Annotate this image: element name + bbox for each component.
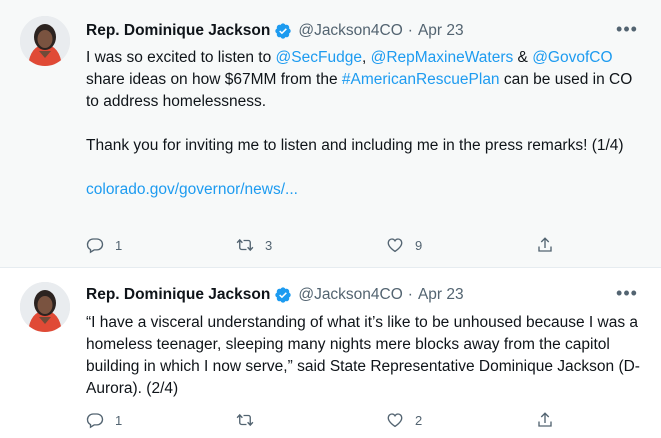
mention-link[interactable]: @SecFudge bbox=[276, 49, 362, 66]
avatar-image bbox=[20, 282, 70, 332]
reply-count: 1 bbox=[115, 412, 123, 428]
like-button[interactable]: 2 bbox=[386, 409, 536, 431]
author-name[interactable]: Rep. Dominique Jackson bbox=[86, 22, 270, 40]
retweet-button[interactable] bbox=[236, 409, 386, 431]
reply-count: 1 bbox=[115, 237, 123, 253]
tweet[interactable]: Rep. Dominique Jackson @Jackson4CO · Apr… bbox=[0, 0, 661, 268]
text-segment: share ideas on how $67MM from the bbox=[86, 71, 342, 88]
author-handle[interactable]: @Jackson4CO bbox=[298, 22, 402, 40]
action-bar: 1 2 bbox=[86, 409, 566, 431]
tweet-text: “I have a visceral understanding of what… bbox=[86, 312, 646, 400]
text-segment: & bbox=[513, 49, 533, 66]
retweet-icon bbox=[236, 411, 254, 429]
like-button[interactable]: 9 bbox=[386, 234, 536, 256]
verified-badge-icon bbox=[274, 286, 292, 304]
url-link[interactable]: colorado.gov/governor/news/... bbox=[86, 181, 298, 198]
tweet-paragraph: Thank you for inviting me to listen and … bbox=[86, 137, 624, 154]
share-icon bbox=[536, 236, 554, 254]
avatar-image bbox=[20, 16, 70, 66]
more-icon[interactable]: ••• bbox=[615, 18, 639, 40]
more-icon[interactable]: ••• bbox=[615, 282, 639, 304]
author-handle[interactable]: @Jackson4CO bbox=[298, 286, 402, 304]
like-icon bbox=[386, 411, 404, 429]
tweet-header: Rep. Dominique Jackson @Jackson4CO · Apr… bbox=[86, 20, 464, 42]
avatar[interactable] bbox=[20, 282, 70, 332]
retweet-icon bbox=[236, 236, 254, 254]
mention-link[interactable]: @RepMaxineWaters bbox=[371, 49, 514, 66]
like-count: 2 bbox=[415, 412, 423, 428]
reply-icon bbox=[86, 236, 104, 254]
header-separator: · bbox=[407, 286, 413, 303]
reply-button[interactable]: 1 bbox=[86, 234, 236, 256]
retweet-count: 3 bbox=[265, 237, 273, 253]
verified-badge-icon bbox=[274, 22, 292, 40]
tweet-date[interactable]: Apr 23 bbox=[418, 22, 464, 40]
like-count: 9 bbox=[415, 237, 423, 253]
tweet-date[interactable]: Apr 23 bbox=[418, 286, 464, 304]
share-button[interactable] bbox=[536, 409, 566, 431]
like-icon bbox=[386, 236, 404, 254]
share-icon bbox=[536, 411, 554, 429]
tweet-text: I was so excited to listen to @SecFudge,… bbox=[86, 47, 646, 201]
tweet-header: Rep. Dominique Jackson @Jackson4CO · Apr… bbox=[86, 284, 464, 306]
hashtag-link[interactable]: #AmericanRescuePlan bbox=[342, 71, 500, 88]
mention-link[interactable]: @GovofCO bbox=[532, 49, 612, 66]
text-segment: , bbox=[361, 49, 371, 66]
tweet-thread: Rep. Dominique Jackson @Jackson4CO · Apr… bbox=[0, 0, 661, 438]
retweet-button[interactable]: 3 bbox=[236, 234, 386, 256]
tweet[interactable]: Rep. Dominique Jackson @Jackson4CO · Apr… bbox=[0, 268, 661, 438]
reply-icon bbox=[86, 411, 104, 429]
text-segment: I was so excited to listen to bbox=[86, 49, 276, 66]
avatar[interactable] bbox=[20, 16, 70, 66]
reply-button[interactable]: 1 bbox=[86, 409, 236, 431]
author-name[interactable]: Rep. Dominique Jackson bbox=[86, 286, 270, 304]
header-separator: · bbox=[407, 22, 413, 39]
action-bar: 1 3 9 bbox=[86, 234, 566, 256]
tweet-paragraph: “I have a visceral understanding of what… bbox=[86, 314, 640, 397]
share-button[interactable] bbox=[536, 234, 566, 256]
tweet-paragraph: I was so excited to listen to @SecFudge,… bbox=[86, 47, 646, 113]
